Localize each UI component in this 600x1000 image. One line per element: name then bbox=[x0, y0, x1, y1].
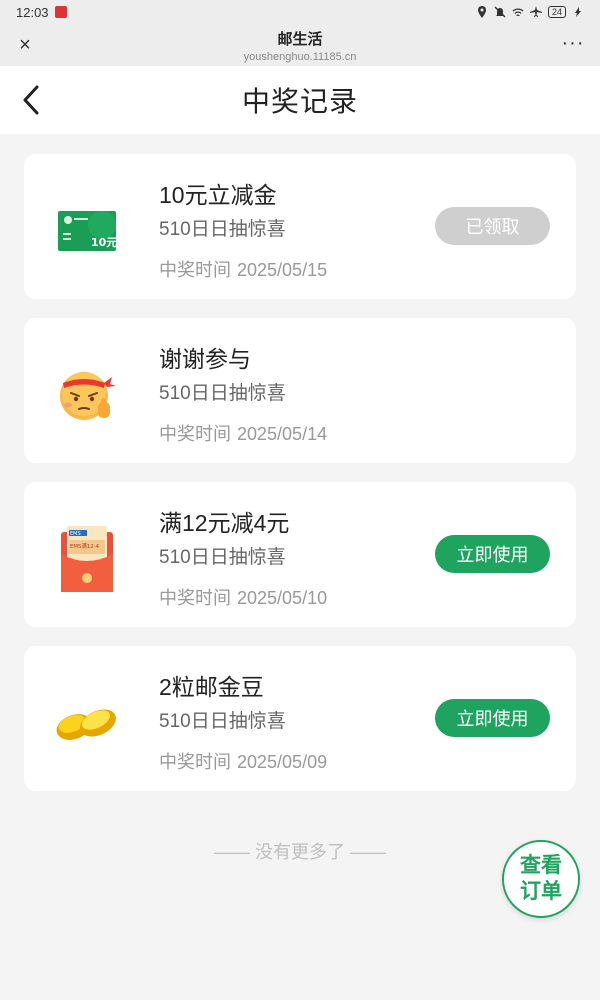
mute-icon bbox=[494, 6, 506, 18]
prize-time-value: 2025/05/10 bbox=[237, 588, 328, 608]
notification-app-icon bbox=[54, 6, 67, 18]
more-options-button[interactable]: ··· bbox=[560, 33, 586, 56]
use-now-button[interactable]: 立即使用 bbox=[435, 535, 550, 573]
claimed-button[interactable]: 已领取 bbox=[435, 207, 550, 245]
view-orders-label-line2: 订单 bbox=[520, 880, 562, 903]
prize-time: 中奖时间 2025/05/15 bbox=[159, 256, 333, 282]
prize-time-value: 2025/05/09 bbox=[237, 752, 328, 772]
prize-record-list: 10元 10元立减金 510日日抽惊喜 中奖时间 2025/05/15 已领取 bbox=[24, 154, 576, 810]
prize-time-label: 中奖时间 bbox=[159, 588, 231, 608]
chevron-left-icon bbox=[23, 85, 39, 115]
green-voucher-card-icon: 10元 bbox=[50, 194, 124, 268]
gold-beans-icon bbox=[50, 686, 124, 760]
prize-time-value: 2025/05/14 bbox=[237, 424, 328, 444]
prize-time-label: 中奖时间 bbox=[159, 260, 231, 280]
prize-time-label: 中奖时间 bbox=[159, 424, 231, 444]
page-header: 中奖记录 bbox=[0, 66, 600, 134]
prize-card: 谢谢参与 510日日抽惊喜 中奖时间 2025/05/14 bbox=[24, 318, 576, 463]
browser-bar: × 邮生活 youshenghuo.11185.cn ··· bbox=[0, 24, 600, 66]
svg-text:EMS: EMS bbox=[70, 531, 81, 537]
status-icons: 24 bbox=[476, 6, 584, 18]
page-title: 中奖记录 bbox=[241, 86, 358, 117]
browser-title-block: 邮生活 youshenghuo.11185.cn bbox=[244, 28, 357, 63]
prize-title: 谢谢参与 bbox=[159, 346, 251, 372]
voucher-amount-text: 10元 bbox=[91, 236, 116, 249]
status-bar: 12:03 24 bbox=[0, 0, 600, 24]
ems-coupon-envelope-icon: EMS EMS满12-4 bbox=[50, 522, 124, 596]
view-orders-label-line1: 查看 bbox=[520, 854, 562, 877]
browser-title: 邮生活 bbox=[277, 30, 323, 48]
prize-title: 满12元减4元 bbox=[159, 510, 290, 536]
browser-url: youshenghuo.11185.cn bbox=[243, 50, 357, 63]
prize-time: 中奖时间 2025/05/10 bbox=[159, 584, 333, 610]
use-now-button[interactable]: 立即使用 bbox=[435, 699, 550, 737]
close-button[interactable]: × bbox=[14, 34, 36, 56]
prize-activity: 510日日抽惊喜 bbox=[159, 547, 286, 568]
status-time: 12:03 bbox=[16, 4, 49, 20]
prize-time: 中奖时间 2025/05/09 bbox=[159, 748, 333, 774]
battery-icon: 24 bbox=[547, 6, 566, 18]
location-icon bbox=[476, 6, 488, 18]
prize-time-label: 中奖时间 bbox=[159, 752, 231, 772]
prize-time: 中奖时间 2025/05/14 bbox=[159, 420, 333, 446]
determined-face-emoji-icon bbox=[50, 358, 124, 432]
prize-card: 10元 10元立减金 510日日抽惊喜 中奖时间 2025/05/15 已领取 bbox=[24, 154, 576, 299]
prize-activity: 510日日抽惊喜 bbox=[159, 383, 286, 404]
prize-title: 10元立减金 bbox=[159, 182, 277, 208]
prize-time-value: 2025/05/15 bbox=[237, 260, 328, 280]
prize-card: EMS EMS满12-4 满12元减4元 510日日抽惊喜 中奖时间 2025/0… bbox=[24, 482, 576, 627]
prize-activity: 510日日抽惊喜 bbox=[159, 711, 286, 732]
airplane-icon bbox=[529, 6, 542, 18]
prize-activity: 510日日抽惊喜 bbox=[159, 219, 286, 240]
coupon-thumb-text: EMS满12-4 bbox=[70, 542, 100, 550]
back-button[interactable] bbox=[14, 82, 48, 118]
wifi-icon bbox=[512, 6, 524, 18]
prize-card: 2粒邮金豆 510日日抽惊喜 中奖时间 2025/05/09 立即使用 bbox=[24, 646, 576, 791]
charging-icon bbox=[572, 6, 584, 18]
view-orders-button[interactable]: 查看 订单 bbox=[502, 840, 580, 918]
prize-title: 2粒邮金豆 bbox=[159, 674, 264, 700]
